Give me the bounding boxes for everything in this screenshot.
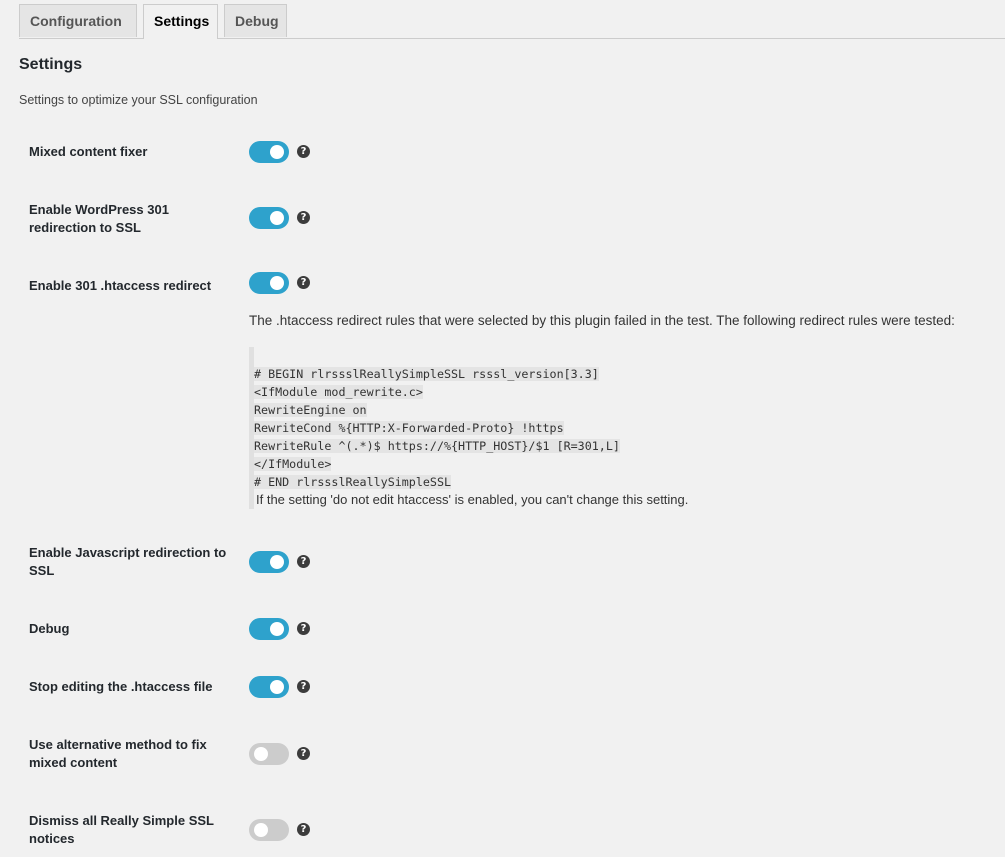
help-icon[interactable]: ? bbox=[297, 276, 310, 289]
code-line: # BEGIN rlrssslReallySimpleSSL rsssl_ver… bbox=[254, 367, 599, 381]
page-title: Settings bbox=[19, 56, 83, 73]
help-icon[interactable]: ? bbox=[297, 555, 310, 568]
page-description: Settings to optimize your SSL configurat… bbox=[19, 93, 258, 107]
help-icon[interactable]: ? bbox=[297, 680, 310, 693]
setting-label-alt-mixed-content: Use alternative method to fix mixed cont… bbox=[29, 737, 207, 770]
code-line: RewriteCond %{HTTP:X-Forwarded-Proto} !h… bbox=[254, 421, 564, 435]
toggle-knob bbox=[270, 145, 284, 159]
setting-label-htaccess-redirect: Enable 301 .htaccess redirect bbox=[29, 278, 212, 293]
toggle-knob bbox=[254, 823, 268, 837]
toggle-knob bbox=[270, 680, 284, 694]
toggle-js-redirect[interactable] bbox=[249, 551, 289, 573]
toggle-knob bbox=[254, 747, 268, 761]
help-icon[interactable]: ? bbox=[297, 145, 310, 158]
setting-label-wp-301-redirect: Enable WordPress 301 redirection to SSL bbox=[29, 202, 169, 235]
setting-label-mixed-content-fixer: Mixed content fixer bbox=[29, 144, 148, 159]
toggle-dismiss-notices[interactable] bbox=[249, 819, 289, 841]
help-icon[interactable]: ? bbox=[297, 211, 310, 224]
setting-label-js-redirect: Enable Javascript redirection to SSL bbox=[29, 545, 227, 578]
code-line: # END rlrssslReallySimpleSSL bbox=[254, 475, 452, 489]
toggle-stop-editing-htaccess[interactable] bbox=[249, 676, 289, 698]
toggle-knob bbox=[270, 622, 284, 636]
tab-settings[interactable]: Settings bbox=[143, 4, 218, 39]
help-icon[interactable]: ? bbox=[297, 622, 310, 635]
tab-bar: Configuration Settings Debug bbox=[19, 4, 1005, 39]
code-line: <IfModule mod_rewrite.c> bbox=[254, 385, 423, 399]
toggle-debug[interactable] bbox=[249, 618, 289, 640]
code-line: RewriteRule ^(.*)$ https://%{HTTP_HOST}/… bbox=[254, 439, 620, 453]
setting-label-debug: Debug bbox=[29, 621, 70, 636]
tab-configuration[interactable]: Configuration bbox=[19, 4, 137, 37]
setting-label-dismiss-notices: Dismiss all Really Simple SSL notices bbox=[29, 813, 214, 846]
htaccess-code-block: # BEGIN rlrssslReallySimpleSSL rsssl_ver… bbox=[249, 347, 688, 509]
help-icon[interactable]: ? bbox=[297, 823, 310, 836]
tab-debug[interactable]: Debug bbox=[224, 4, 287, 37]
code-line: </IfModule> bbox=[254, 457, 332, 471]
setting-label-stop-editing-htaccess: Stop editing the .htaccess file bbox=[29, 679, 213, 694]
help-icon[interactable]: ? bbox=[297, 747, 310, 760]
toggle-knob bbox=[270, 555, 284, 569]
toggle-alt-mixed-content[interactable] bbox=[249, 743, 289, 765]
toggle-htaccess-redirect[interactable] bbox=[249, 272, 289, 294]
htaccess-failed-note: The .htaccess redirect rules that were s… bbox=[249, 313, 955, 328]
toggle-mixed-content-fixer[interactable] bbox=[249, 141, 289, 163]
code-line: RewriteEngine on bbox=[254, 403, 367, 417]
toggle-wp-301-redirect[interactable] bbox=[249, 207, 289, 229]
toggle-knob bbox=[270, 211, 284, 225]
toggle-knob bbox=[270, 276, 284, 290]
htaccess-footer-note: If the setting 'do not edit htaccess' is… bbox=[256, 492, 689, 507]
